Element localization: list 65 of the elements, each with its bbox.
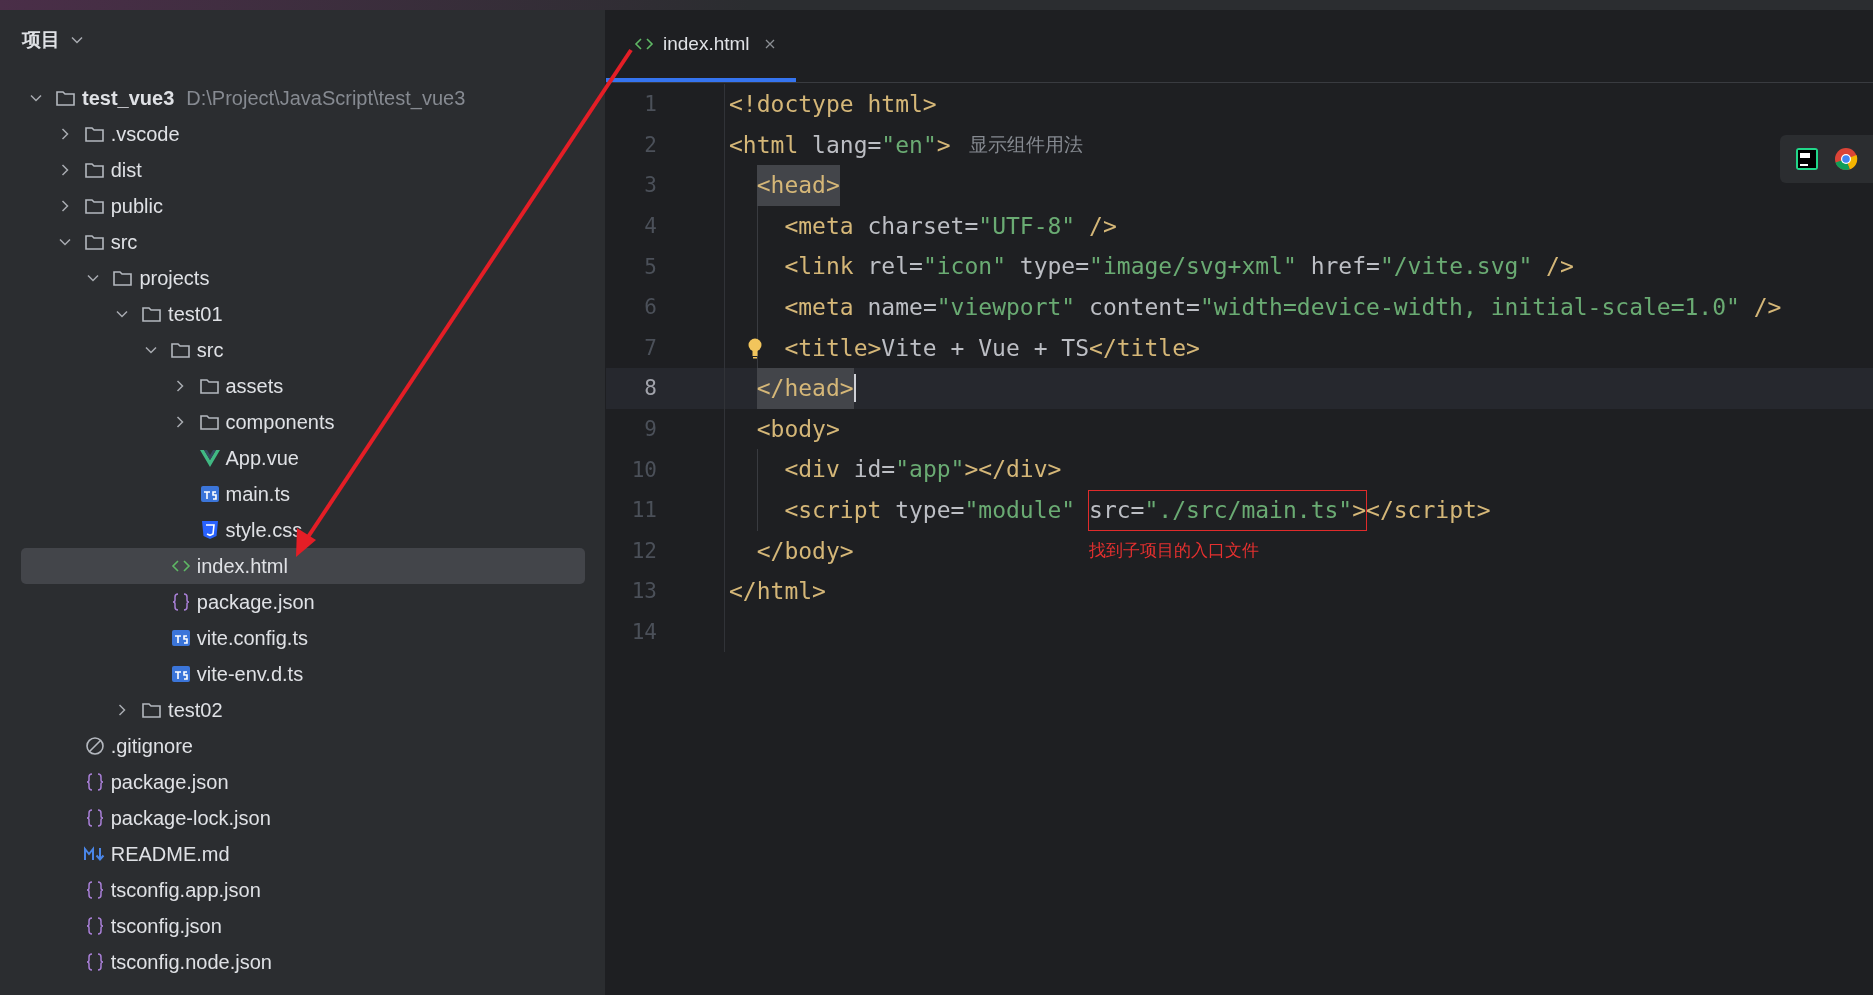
tree-item[interactable]: vite.config.ts — [21, 620, 585, 656]
tree-item[interactable]: package-lock.json — [21, 800, 585, 836]
code-line: </body> — [756, 536, 854, 566]
tree-item[interactable]: .vscode — [21, 116, 585, 152]
tree-item[interactable]: projects — [21, 260, 585, 296]
folder-icon — [112, 268, 135, 288]
tree-item[interactable]: .gitignore — [21, 728, 585, 764]
typescript-icon — [169, 628, 192, 648]
inlay-hint: 显示组件用法 — [968, 132, 1083, 157]
tree-item[interactable]: assets — [21, 368, 585, 404]
tree-item[interactable]: src — [21, 224, 585, 260]
close-icon[interactable] — [763, 38, 776, 50]
tree-item[interactable]: App.vue — [21, 440, 585, 476]
code-line: <title>Vite + Vue + TS</title> — [784, 333, 1200, 363]
tree-item[interactable]: package.json — [21, 764, 585, 800]
tree-item[interactable]: README.md — [21, 836, 585, 872]
folder-icon — [55, 88, 77, 108]
ban-icon — [83, 736, 106, 756]
line-number: 8 — [644, 376, 658, 401]
folder-icon — [83, 232, 106, 252]
typescript-icon — [169, 664, 192, 684]
folder-icon — [198, 376, 221, 396]
lightbulb-icon[interactable] — [747, 336, 763, 359]
folder-icon — [83, 124, 106, 144]
tree-item[interactable]: vite-env.d.ts — [21, 656, 585, 692]
tree-item[interactable]: test02 — [21, 692, 585, 728]
typescript-icon — [198, 484, 221, 504]
code-line: <!doctype html> — [729, 90, 937, 119]
tree-item[interactable]: package.json — [21, 584, 585, 620]
code-line: <div id="app"></div> — [784, 455, 1062, 485]
tree-item[interactable]: test_vue3 D:\Project\JavaScript\test_vue3 — [21, 80, 585, 116]
folder-icon — [169, 340, 192, 360]
code-line: </html> — [729, 577, 826, 607]
folder-icon — [141, 304, 164, 324]
tree-item[interactable]: style.css — [21, 512, 585, 548]
tree-item[interactable]: public — [21, 188, 585, 224]
folder-icon — [83, 196, 106, 216]
code-line: <body> — [756, 414, 840, 444]
folder-icon — [83, 160, 106, 180]
code-line: <script type="module" — [784, 495, 1077, 525]
annotation-note: 找到子项目的入口文件 — [1089, 540, 1259, 563]
vue-icon — [198, 448, 221, 468]
tree-item[interactable]: dist — [21, 152, 585, 188]
tree-item[interactable]: index.html — [21, 548, 585, 584]
editor-tab[interactable]: index.html — [606, 10, 796, 82]
ide-icon[interactable] — [1795, 147, 1819, 171]
tree-item[interactable]: main.ts — [21, 476, 585, 512]
tree-item[interactable]: tsconfig.app.json — [21, 872, 585, 908]
code-line: <meta name="viewport" content="width=device-width, initial-scale=1.0" /> — [784, 292, 1782, 322]
code-line: <link rel="icon" type="image/svg+xml" href="/vite.svg" /> — [784, 252, 1574, 282]
folder-icon — [141, 700, 164, 720]
tree-item[interactable]: tsconfig.json — [21, 908, 585, 944]
tree-item[interactable]: test01 — [21, 296, 585, 332]
text-cursor — [853, 374, 856, 403]
browser-icon[interactable] — [1834, 147, 1858, 171]
code-line: </script> — [1366, 495, 1491, 525]
tree-item[interactable]: components — [21, 404, 585, 440]
code-line: <meta charset="UTF-8" /> — [784, 211, 1117, 241]
tree-item[interactable]: tsconfig.node.json — [21, 944, 585, 980]
highlighted-code: src="./src/main.ts"> — [1088, 489, 1368, 531]
tree-item[interactable]: src — [21, 332, 585, 368]
folder-icon — [198, 412, 221, 432]
folder-path: D:\Project\JavaScript\test_vue3 — [186, 86, 466, 110]
code-line: <html lang="en"> — [729, 130, 951, 160]
panel-title[interactable]: 项目 — [22, 27, 60, 53]
